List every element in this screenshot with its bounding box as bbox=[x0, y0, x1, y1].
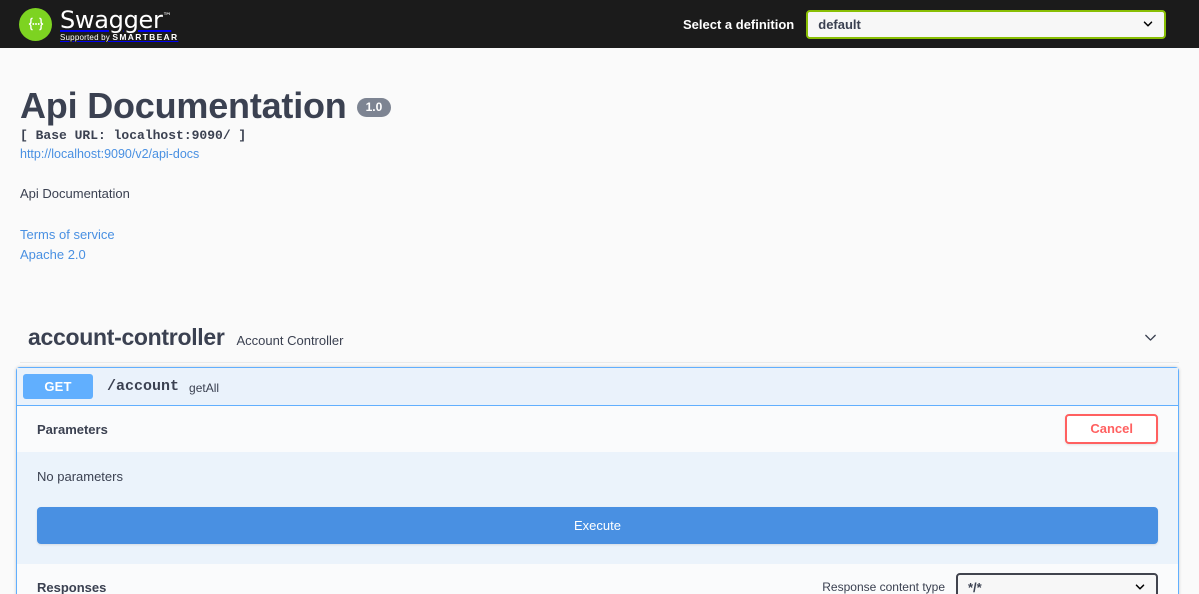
chevron-down-icon bbox=[1141, 17, 1155, 31]
parameters-title: Parameters bbox=[37, 421, 108, 437]
swagger-logo-link[interactable]: Swagger™ Supported by SMARTBEAR bbox=[19, 5, 178, 43]
definition-select[interactable]: default bbox=[806, 9, 1167, 39]
logo-trademark: ™ bbox=[162, 12, 172, 22]
cancel-button[interactable]: Cancel bbox=[1065, 414, 1158, 444]
chevron-down-icon bbox=[1133, 580, 1147, 594]
parameters-header: Parameters Cancel bbox=[17, 406, 1178, 452]
api-base-url: [ Base URL: localhost:9090/ ] bbox=[20, 128, 247, 143]
api-version-badge: 1.0 bbox=[356, 98, 392, 117]
response-content-type-label: Response content type bbox=[822, 580, 945, 594]
responses-header: Responses Response content type */* bbox=[17, 564, 1178, 594]
responses-title: Responses bbox=[37, 579, 107, 594]
tag-description: Account Controller bbox=[236, 332, 344, 348]
tag-name: account-controller bbox=[28, 324, 225, 350]
page-title: Api Documentation bbox=[20, 85, 347, 126]
operation-block-get-account: GET /account getAll Parameters Cancel No… bbox=[16, 367, 1179, 594]
operation-path: /account bbox=[107, 378, 180, 395]
api-docs-link[interactable]: http://localhost:9090/v2/api-docs bbox=[20, 146, 1179, 162]
response-content-type-select[interactable]: */* bbox=[956, 573, 1158, 594]
http-method-badge: GET bbox=[23, 374, 93, 399]
swagger-logo-icon bbox=[19, 7, 52, 41]
parameters-area: No parameters Execute bbox=[17, 452, 1178, 564]
response-content-type-value: */* bbox=[968, 579, 982, 594]
page-content: Api Documentation 1.0 [ Base URL: localh… bbox=[0, 48, 1199, 363]
logo-supported-by-text: Supported by bbox=[60, 33, 113, 42]
operation-summary-row[interactable]: GET /account getAll bbox=[17, 368, 1178, 406]
api-info-block: Api Documentation 1.0 [ Base URL: localh… bbox=[20, 48, 1179, 265]
tag-section-account-controller: account-controller Account Controller bbox=[20, 313, 1179, 363]
definition-select-value: default bbox=[818, 16, 861, 32]
api-description: Api Documentation bbox=[20, 186, 130, 201]
top-bar: Swagger™ Supported by SMARTBEAR Select a… bbox=[0, 0, 1199, 48]
logo-smartbear-text: SMARTBEAR bbox=[112, 32, 179, 42]
swagger-logo-text: Swagger™ Supported by SMARTBEAR bbox=[60, 5, 178, 43]
operation-summary-text: getAll bbox=[189, 381, 220, 395]
terms-of-service-link[interactable]: Terms of service bbox=[20, 225, 1179, 245]
no-parameters-text: No parameters bbox=[37, 469, 123, 484]
operation-body: Parameters Cancel No parameters Execute … bbox=[17, 406, 1178, 594]
response-content-type-group: Response content type */* bbox=[822, 573, 1158, 594]
logo-wordmark: Swagger bbox=[60, 6, 163, 34]
definition-selector-group: Select a definition default bbox=[683, 0, 1167, 48]
api-info-links: Terms of service Apache 2.0 bbox=[20, 225, 1179, 265]
api-title-row: Api Documentation 1.0 bbox=[20, 86, 1179, 126]
license-link[interactable]: Apache 2.0 bbox=[20, 245, 1179, 265]
definition-selector-label: Select a definition bbox=[683, 16, 795, 32]
execute-button[interactable]: Execute bbox=[37, 507, 1158, 544]
chevron-down-icon[interactable] bbox=[1141, 329, 1159, 347]
tag-header[interactable]: account-controller Account Controller bbox=[20, 313, 1179, 363]
